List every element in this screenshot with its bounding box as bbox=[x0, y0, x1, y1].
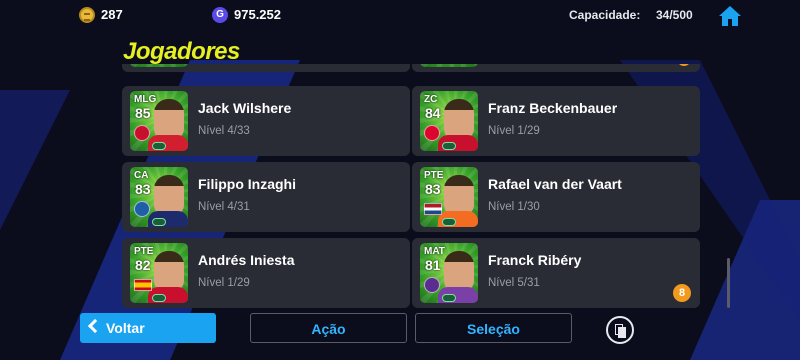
player-thumb: CA 83 bbox=[130, 167, 188, 227]
club-badge-icon bbox=[134, 201, 150, 217]
notification-badge: 8 bbox=[673, 284, 691, 302]
player-rating: 84 bbox=[425, 105, 441, 121]
back-label: Voltar bbox=[106, 320, 145, 336]
player-thumb: ZC 84 bbox=[420, 91, 478, 151]
skill-icon bbox=[152, 142, 166, 150]
coins-count: 287 bbox=[101, 7, 123, 22]
home-icon[interactable] bbox=[718, 5, 742, 27]
player-portrait bbox=[444, 99, 474, 139]
player-thumb bbox=[130, 64, 188, 67]
player-thumb: MLG 85 bbox=[130, 91, 188, 151]
player-rating: 82 bbox=[135, 257, 151, 273]
player-portrait bbox=[154, 175, 184, 215]
player-level: Nível 4/31 bbox=[198, 201, 250, 213]
capacity-label: Capacidade: bbox=[569, 8, 641, 22]
skill-icon bbox=[442, 218, 456, 226]
player-name: Franz Beckenbauer bbox=[488, 100, 618, 116]
player-card-partial[interactable] bbox=[412, 64, 700, 72]
action-button[interactable]: Ação bbox=[250, 313, 407, 343]
player-level: Nível 5/31 bbox=[488, 277, 540, 289]
gp-icon: G bbox=[212, 7, 228, 23]
notification-badge bbox=[677, 64, 691, 66]
player-thumb: PTE 83 bbox=[420, 167, 478, 227]
coin-icon bbox=[79, 7, 95, 23]
player-position: PTE bbox=[134, 246, 154, 257]
skill-icon bbox=[152, 294, 166, 302]
player-name: Jack Wilshere bbox=[198, 100, 292, 116]
player-rating: 81 bbox=[425, 257, 441, 273]
player-rating: 85 bbox=[135, 105, 151, 121]
player-position: MAT bbox=[424, 246, 445, 257]
player-name: Rafael van der Vaart bbox=[488, 176, 622, 192]
player-thumb bbox=[420, 64, 478, 67]
player-grid: MLG 85 Jack Wilshere Nível 4/33 ZC 84 Fr… bbox=[120, 64, 702, 308]
scrollbar[interactable] bbox=[727, 258, 730, 308]
capacity-value: 34/500 bbox=[656, 8, 693, 22]
player-portrait bbox=[444, 175, 474, 215]
player-position: ZC bbox=[424, 94, 438, 105]
player-position: CA bbox=[134, 170, 149, 181]
player-card[interactable]: PTE 82 Andrés Iniesta Nível 1/29 bbox=[122, 238, 410, 308]
player-portrait bbox=[444, 251, 474, 291]
player-card-partial[interactable] bbox=[122, 64, 410, 72]
player-name: Franck Ribéry bbox=[488, 252, 582, 268]
club-badge-icon bbox=[134, 125, 150, 141]
player-position: MLG bbox=[134, 94, 157, 105]
copy-icon-front bbox=[618, 327, 626, 338]
skill-icon bbox=[442, 142, 456, 150]
player-level: Nível 1/29 bbox=[198, 277, 250, 289]
status-bar: 287 G 975.252 Capacidade: 34/500 bbox=[0, 0, 800, 30]
player-level: Nível 1/29 bbox=[488, 125, 540, 137]
gp-count: 975.252 bbox=[234, 7, 281, 22]
player-thumb: MAT 81 bbox=[420, 243, 478, 303]
page-title: Jogadores bbox=[123, 38, 240, 65]
player-name: Andrés Iniesta bbox=[198, 252, 295, 268]
skill-icon bbox=[152, 218, 166, 226]
player-card[interactable]: MLG 85 Jack Wilshere Nível 4/33 bbox=[122, 86, 410, 156]
player-card[interactable]: CA 83 Filippo Inzaghi Nível 4/31 bbox=[122, 162, 410, 232]
selection-button[interactable]: Seleção bbox=[415, 313, 572, 343]
flag-spain-icon bbox=[134, 279, 152, 291]
player-rating: 83 bbox=[135, 181, 151, 197]
back-button[interactable]: Voltar bbox=[80, 313, 216, 343]
skill-icon bbox=[442, 294, 456, 302]
club-badge-icon bbox=[424, 125, 440, 141]
player-card[interactable]: PTE 83 Rafael van der Vaart Nível 1/30 bbox=[412, 162, 700, 232]
flag-netherlands-icon bbox=[424, 203, 442, 215]
player-card[interactable]: MAT 81 Franck Ribéry Nível 5/31 8 bbox=[412, 238, 700, 308]
player-portrait bbox=[154, 251, 184, 291]
chevron-left-icon bbox=[87, 318, 103, 334]
player-name: Filippo Inzaghi bbox=[198, 176, 296, 192]
player-thumb: PTE 82 bbox=[130, 243, 188, 303]
club-badge-icon bbox=[424, 277, 440, 293]
player-portrait bbox=[154, 99, 184, 139]
player-position: PTE bbox=[424, 170, 444, 181]
player-level: Nível 4/33 bbox=[198, 125, 250, 137]
player-rating: 83 bbox=[425, 181, 441, 197]
player-level: Nível 1/30 bbox=[488, 201, 540, 213]
player-card[interactable]: ZC 84 Franz Beckenbauer Nível 1/29 bbox=[412, 86, 700, 156]
copy-button[interactable] bbox=[606, 316, 634, 344]
